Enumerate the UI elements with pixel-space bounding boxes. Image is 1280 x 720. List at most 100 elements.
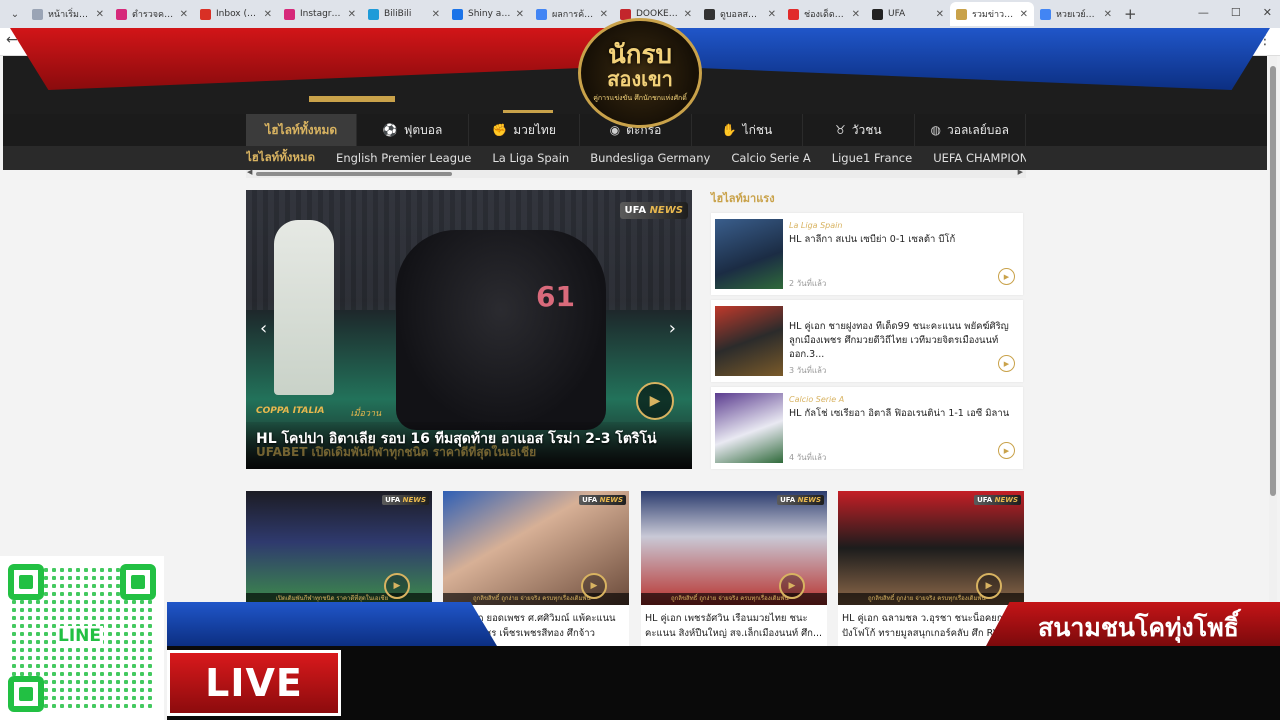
- slider-prev-icon[interactable]: ‹: [260, 318, 267, 339]
- live-badge: LIVE: [167, 650, 341, 716]
- scroll-left-icon[interactable]: ◀: [247, 168, 252, 176]
- ufa-news-badge: UFA NEWS: [777, 495, 824, 505]
- highlight-card[interactable]: HL คู่เอก ชายฝูงทอง ทีเด็ด99 ชนะคะแนน พย…: [711, 300, 1023, 382]
- category-tab[interactable]: ไฮไลท์ทั้งหมด: [246, 114, 358, 146]
- browser-tab[interactable]: Shiny and go ✕: [446, 2, 530, 26]
- browser-tab[interactable]: BiliBili ✕: [362, 2, 446, 26]
- tab-close-icon[interactable]: ✕: [1104, 9, 1112, 20]
- tab-close-icon[interactable]: ✕: [348, 9, 356, 20]
- maximize-icon[interactable]: ☐: [1231, 6, 1241, 19]
- scroll-right-icon[interactable]: ▶: [1018, 168, 1023, 176]
- category-tab[interactable]: ◍ วอลเลย์บอล: [915, 114, 1026, 146]
- category-tab[interactable]: ✋ ไก่ชน: [692, 114, 804, 146]
- browser-tab[interactable]: หน้าเริ่มต้น ✕: [26, 2, 110, 26]
- tab-close-icon[interactable]: ✕: [180, 9, 188, 20]
- header-accent-2: [503, 110, 553, 113]
- tab-close-icon[interactable]: ✕: [96, 9, 104, 20]
- play-icon[interactable]: ▶: [779, 573, 805, 599]
- tab-search-chevron-icon[interactable]: ⌄: [4, 9, 26, 20]
- category-tab[interactable]: ✊ มวยไทย: [469, 114, 581, 146]
- category-label: มวยไทย: [513, 122, 556, 137]
- play-icon[interactable]: ▶: [581, 573, 607, 599]
- close-window-icon[interactable]: ✕: [1263, 6, 1272, 19]
- browser-tab[interactable]: ช่องเด็ดบอลสดวันนี้ ✕: [782, 2, 866, 26]
- hero-play-icon[interactable]: ▶: [636, 382, 674, 420]
- video-card[interactable]: UFA NEWS ถูกลิขสิทธิ์ ถูกง่าย จ่ายจริง คร…: [838, 491, 1024, 651]
- banner-blue-wing: [630, 28, 1270, 90]
- league-tab[interactable]: English Premier League: [336, 151, 471, 165]
- tab-title: รวมข่าวกีฬา: [972, 10, 1015, 20]
- window-controls: — ☐ ✕: [1198, 6, 1272, 19]
- hero-title[interactable]: HL โคปปา อิตาเลีย รอบ 16 ทีมสุดท้าย อาแอ…: [256, 428, 686, 450]
- tab-close-icon[interactable]: ✕: [1020, 9, 1028, 20]
- browser-tab[interactable]: ตำรวจคนดี • Ins ✕: [110, 2, 194, 26]
- browser-tab[interactable]: Inbox (138) ✕: [194, 2, 278, 26]
- tab-favicon-icon: [704, 8, 715, 20]
- tab-close-icon[interactable]: ✕: [432, 9, 440, 20]
- browser-tab[interactable]: Instagram ✕: [278, 2, 362, 26]
- logo-line-1: นักรบ: [608, 40, 672, 70]
- league-tab[interactable]: UEFA CHAMPIONS LEAGUE: [933, 151, 1026, 165]
- play-icon[interactable]: ▶: [998, 268, 1015, 285]
- line-qr-code: LINE: [0, 556, 164, 720]
- tab-close-icon[interactable]: ✕: [516, 9, 524, 20]
- category-icon: ♉: [835, 123, 846, 137]
- browser-tab[interactable]: UFA ✕: [866, 2, 950, 26]
- tab-close-icon[interactable]: ✕: [600, 9, 608, 20]
- league-tab[interactable]: Calcio Serie A: [731, 151, 810, 165]
- tab-title: UFA: [888, 9, 906, 19]
- highlight-thumbnail[interactable]: [715, 393, 783, 463]
- tab-close-icon[interactable]: ✕: [936, 9, 944, 20]
- hero-slider[interactable]: 61 UFA NEWS ‹ › COPPA ITALIA เมื่อวาน UF…: [246, 190, 692, 469]
- play-icon[interactable]: ▶: [998, 442, 1015, 459]
- browser-tab[interactable]: หวยเวย์ออกกี่ ✕: [1034, 2, 1118, 26]
- highlight-card[interactable]: Calcio Serie A HL กัลโช่ เซเรียอา อิตาลี …: [711, 387, 1023, 469]
- scrollbar-thumb[interactable]: [256, 172, 452, 176]
- browser-tab[interactable]: รวมข่าวกีฬา ✕: [950, 2, 1034, 26]
- new-tab-icon[interactable]: +: [1124, 5, 1137, 23]
- tab-title: Instagram: [300, 9, 343, 19]
- league-tab[interactable]: ไฮไลท์ทั้งหมด: [246, 149, 315, 167]
- channel-logo: นักรบ สองเขา คู่การแข่งขัน ศึกนักชกแห่งศ…: [578, 18, 702, 128]
- league-nav-scrollbar[interactable]: ◀ ▶: [246, 168, 1026, 178]
- tab-favicon-icon: [116, 8, 127, 20]
- play-icon[interactable]: ▶: [976, 573, 1002, 599]
- tab-favicon-icon: [788, 8, 799, 20]
- slider-next-icon[interactable]: ›: [669, 318, 676, 339]
- highlight-thumbnail[interactable]: [715, 219, 783, 289]
- video-card[interactable]: UFA NEWS ถูกลิขสิทธิ์ ถูกง่าย จ่ายจริง คร…: [641, 491, 827, 651]
- tab-close-icon[interactable]: ✕: [684, 9, 692, 20]
- league-tab[interactable]: La Liga Spain: [492, 151, 569, 165]
- league-tab[interactable]: Ligue1 France: [832, 151, 912, 165]
- highlight-card[interactable]: La Liga Spain HL ลาลีกา สเปน เซบีย่า 0-1 …: [711, 213, 1023, 295]
- browser-tab[interactable]: ผลการค้นหา ✕: [530, 2, 614, 26]
- highlight-title[interactable]: HL กัลโช่ เซเรียอา อิตาลี ฟิออเรนติน่า 1…: [789, 407, 1021, 421]
- minimize-icon[interactable]: —: [1198, 6, 1209, 19]
- brand-name: UFA: [582, 496, 598, 504]
- hero-meta: COPPA ITALIA เมื่อวาน: [256, 406, 381, 420]
- video-title[interactable]: HL คู่เอก เพชรอัศวิน เรือนมวยไทย ชนะคะแน…: [645, 611, 823, 641]
- ufa-news-badge: UFA NEWS: [579, 495, 626, 505]
- category-label: วอลเลย์บอล: [947, 122, 1009, 137]
- tab-title: ช่องเด็ดบอลสดวันนี้: [804, 10, 847, 20]
- league-tab[interactable]: Bundesliga Germany: [590, 151, 710, 165]
- play-icon[interactable]: ▶: [998, 355, 1015, 372]
- category-tab[interactable]: ♉ วัวชน: [803, 114, 915, 146]
- line-label: LINE: [56, 626, 103, 646]
- tab-favicon-icon: [452, 8, 463, 20]
- tab-favicon-icon: [1040, 8, 1051, 20]
- highlight-thumbnail[interactable]: [715, 306, 783, 376]
- tab-close-icon[interactable]: ✕: [264, 9, 272, 20]
- tab-title: หน้าเริ่มต้น: [48, 10, 91, 20]
- tab-close-icon[interactable]: ✕: [852, 9, 860, 20]
- browser-tab[interactable]: ดูบอลสดวันนี้ ✕: [698, 2, 782, 26]
- tab-close-icon[interactable]: ✕: [768, 9, 776, 20]
- highlight-title[interactable]: HL ลาลีกา สเปน เซบีย่า 0-1 เซลต้า บีโก้: [789, 233, 1021, 247]
- highlight-title[interactable]: HL คู่เอก ชายฝูงทอง ทีเด็ด99 ชนะคะแนน พย…: [789, 320, 1021, 362]
- tab-title: Inbox (138): [216, 9, 259, 19]
- play-icon[interactable]: ▶: [384, 573, 410, 599]
- brand-accent: NEWS: [402, 496, 426, 504]
- page-scrollbar-thumb[interactable]: [1270, 66, 1276, 496]
- category-tab[interactable]: ⚽ ฟุตบอล: [357, 114, 469, 146]
- stream-blue-bar: [167, 602, 497, 646]
